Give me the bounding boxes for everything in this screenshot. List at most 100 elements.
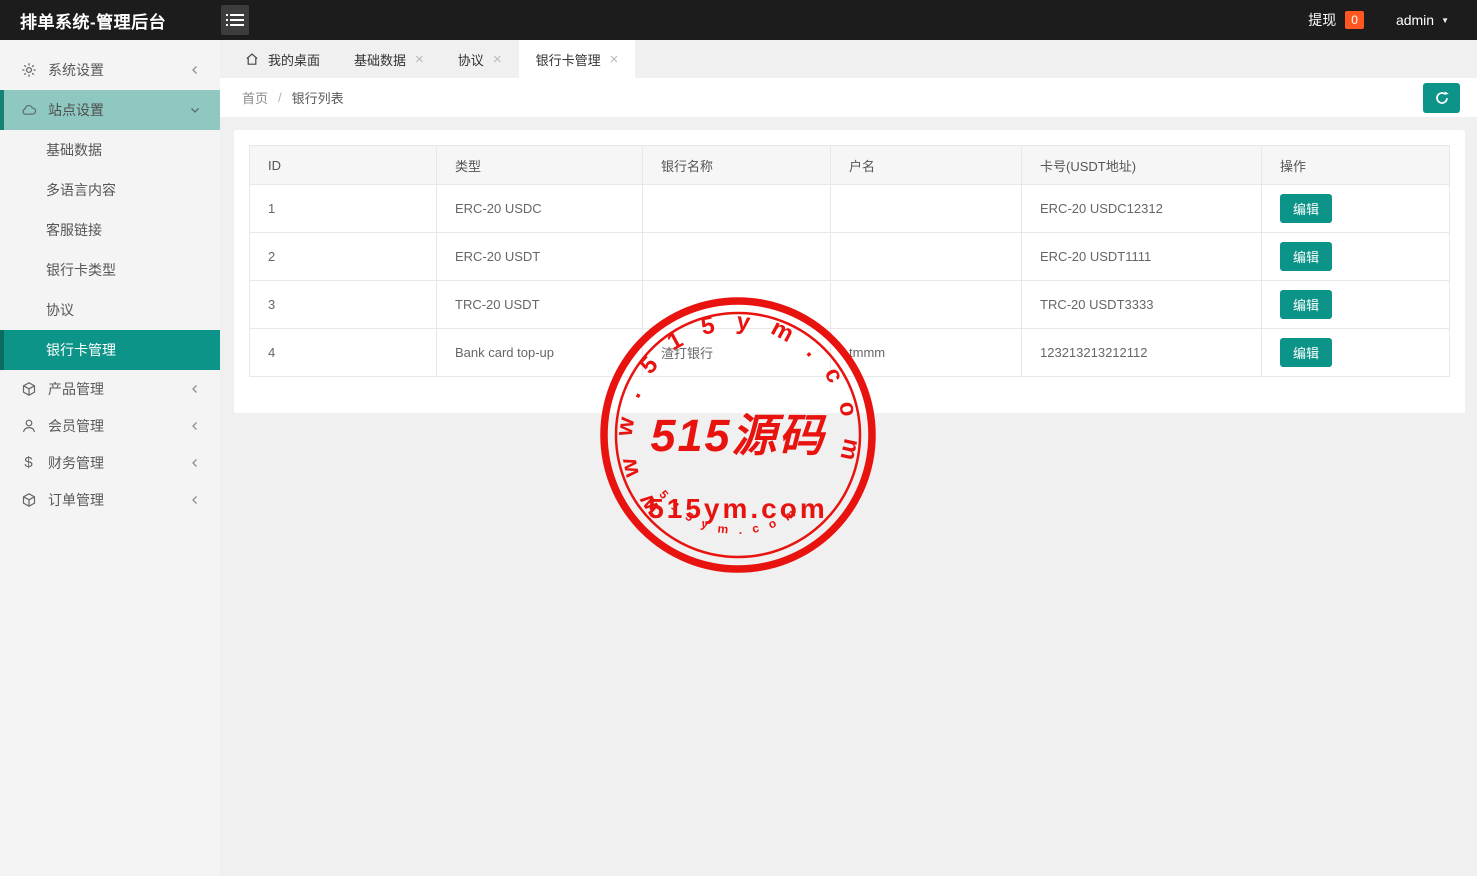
topbar: 排单系统-管理后台 提现 0 admin ▼: [0, 0, 1477, 40]
cell-type: Bank card top-up: [437, 329, 643, 377]
withdraw-link[interactable]: 提现 0: [1308, 10, 1364, 30]
sidebar-item-agreement[interactable]: 协议: [0, 290, 220, 330]
sidebar-item-label: 订单管理: [48, 490, 104, 510]
header-card-number: 卡号(USDT地址): [1022, 146, 1262, 185]
refresh-button[interactable]: [1423, 83, 1460, 113]
sidebar-collapse-button[interactable]: [221, 5, 249, 35]
sidebar-item-system-settings[interactable]: 系统设置: [0, 50, 220, 90]
table-row: 2 ERC-20 USDT ERC-20 USDT1111 编辑: [250, 233, 1450, 281]
list-icon: [226, 13, 244, 27]
username: admin: [1396, 12, 1434, 28]
sidebar-item-product-management[interactable]: 产品管理: [0, 370, 220, 407]
tab-bankcard-management[interactable]: 银行卡管理 ×: [519, 40, 636, 78]
cell-card-number: TRC-20 USDT3333: [1022, 281, 1262, 329]
cell-account-name: [831, 233, 1022, 281]
table-row: 1 ERC-20 USDC ERC-20 USDC12312 编辑: [250, 185, 1450, 233]
home-icon: [245, 52, 259, 66]
sidebar-item-finance-management[interactable]: $ 财务管理: [0, 444, 220, 481]
tab-agreement[interactable]: 协议 ×: [441, 40, 519, 78]
tab-label: 银行卡管理: [536, 50, 601, 69]
tab-my-desktop[interactable]: 我的桌面: [228, 40, 337, 78]
cell-type: ERC-20 USDT: [437, 233, 643, 281]
edit-button[interactable]: 编辑: [1280, 242, 1332, 271]
dollar-icon: $: [20, 454, 37, 471]
site-settings-submenu: 基础数据 多语言内容 客服链接 银行卡类型 协议 银行卡管理: [0, 130, 220, 370]
sidebar-item-label: 系统设置: [48, 60, 104, 80]
cube-icon: [20, 491, 37, 508]
withdraw-count-badge: 0: [1345, 11, 1364, 29]
user-menu[interactable]: admin ▼: [1396, 12, 1449, 28]
cloud-icon: [20, 102, 37, 119]
cell-type: ERC-20 USDC: [437, 185, 643, 233]
sidebar-item-multilanguage[interactable]: 多语言内容: [0, 170, 220, 210]
sidebar-item-label: 会员管理: [48, 416, 104, 436]
cell-account-name: [831, 281, 1022, 329]
cell-actions: 编辑: [1262, 329, 1450, 377]
topbar-right: 提现 0 admin ▼: [1308, 10, 1477, 30]
cell-account-name: [831, 185, 1022, 233]
tab-bar: 我的桌面 基础数据 × 协议 × 银行卡管理 ×: [220, 40, 1477, 78]
edit-button[interactable]: 编辑: [1280, 194, 1332, 223]
cell-id: 4: [250, 329, 437, 377]
cell-bank-name: [643, 233, 831, 281]
sidebar-item-bankcard-type[interactable]: 银行卡类型: [0, 250, 220, 290]
cell-actions: 编辑: [1262, 281, 1450, 329]
cell-bank-name: [643, 281, 831, 329]
breadcrumb-separator: /: [278, 90, 282, 105]
sidebar: 系统设置 站点设置 基础数据 多语言内容 客服链接: [0, 40, 220, 876]
cell-actions: 编辑: [1262, 185, 1450, 233]
cell-account-name: tmmm: [831, 329, 1022, 377]
bank-list-card: ID 类型 银行名称 户名 卡号(USDT地址) 操作 1 ER: [234, 130, 1465, 413]
edit-button[interactable]: 编辑: [1280, 290, 1332, 319]
cell-card-number: 123213213212112: [1022, 329, 1262, 377]
main-area: 我的桌面 基础数据 × 协议 × 银行卡管理 × 首页 / 银行列表: [220, 40, 1477, 876]
close-icon[interactable]: ×: [610, 52, 619, 67]
bank-table: ID 类型 银行名称 户名 卡号(USDT地址) 操作 1 ER: [249, 145, 1450, 377]
cell-bank-name: 渣打银行: [643, 329, 831, 377]
tab-basic-data[interactable]: 基础数据 ×: [337, 40, 441, 78]
sidebar-item-member-management[interactable]: 会员管理: [0, 407, 220, 444]
cell-id: 2: [250, 233, 437, 281]
table-row: 3 TRC-20 USDT TRC-20 USDT3333 编辑: [250, 281, 1450, 329]
cell-actions: 编辑: [1262, 233, 1450, 281]
sidebar-item-label: 站点设置: [48, 100, 104, 120]
gear-icon: [20, 62, 37, 79]
cube-icon: [20, 380, 37, 397]
cell-id: 1: [250, 185, 437, 233]
breadcrumb-current: 银行列表: [292, 88, 344, 107]
sidebar-item-bankcard-management[interactable]: 银行卡管理: [0, 330, 220, 370]
sidebar-item-site-settings[interactable]: 站点设置: [0, 90, 220, 130]
chevron-left-icon: [190, 458, 200, 468]
admin-app: 排单系统-管理后台 提现 0 admin ▼: [0, 0, 1477, 876]
cell-card-number: ERC-20 USDT1111: [1022, 233, 1262, 281]
sidebar-item-basic-data[interactable]: 基础数据: [0, 130, 220, 170]
header-account-name: 户名: [831, 146, 1022, 185]
app-title: 排单系统-管理后台: [0, 8, 212, 33]
edit-button[interactable]: 编辑: [1280, 338, 1332, 367]
close-icon[interactable]: ×: [415, 52, 424, 67]
header-bank-name: 银行名称: [643, 146, 831, 185]
sidebar-item-label: 产品管理: [48, 379, 104, 399]
chevron-left-icon: [190, 421, 200, 431]
content-area: ID 类型 银行名称 户名 卡号(USDT地址) 操作 1 ER: [220, 117, 1477, 876]
chevron-left-icon: [190, 65, 200, 75]
cell-card-number: ERC-20 USDC12312: [1022, 185, 1262, 233]
header-id: ID: [250, 146, 437, 185]
breadcrumb-home[interactable]: 首页: [242, 88, 268, 107]
header-actions: 操作: [1262, 146, 1450, 185]
cell-id: 3: [250, 281, 437, 329]
withdraw-label: 提现: [1308, 10, 1336, 30]
breadcrumb-bar: 首页 / 银行列表: [220, 78, 1477, 117]
chevron-left-icon: [190, 384, 200, 394]
tab-label: 我的桌面: [268, 50, 320, 69]
chevron-down-icon: [190, 105, 200, 115]
close-icon[interactable]: ×: [493, 52, 502, 67]
table-row: 4 Bank card top-up 渣打银行 tmmm 12321321321…: [250, 329, 1450, 377]
refresh-icon: [1434, 90, 1450, 106]
sidebar-item-label: 财务管理: [48, 453, 104, 473]
sidebar-item-order-management[interactable]: 订单管理: [0, 481, 220, 518]
cell-bank-name: [643, 185, 831, 233]
chevron-left-icon: [190, 495, 200, 505]
cell-type: TRC-20 USDT: [437, 281, 643, 329]
sidebar-item-service-link[interactable]: 客服链接: [0, 210, 220, 250]
